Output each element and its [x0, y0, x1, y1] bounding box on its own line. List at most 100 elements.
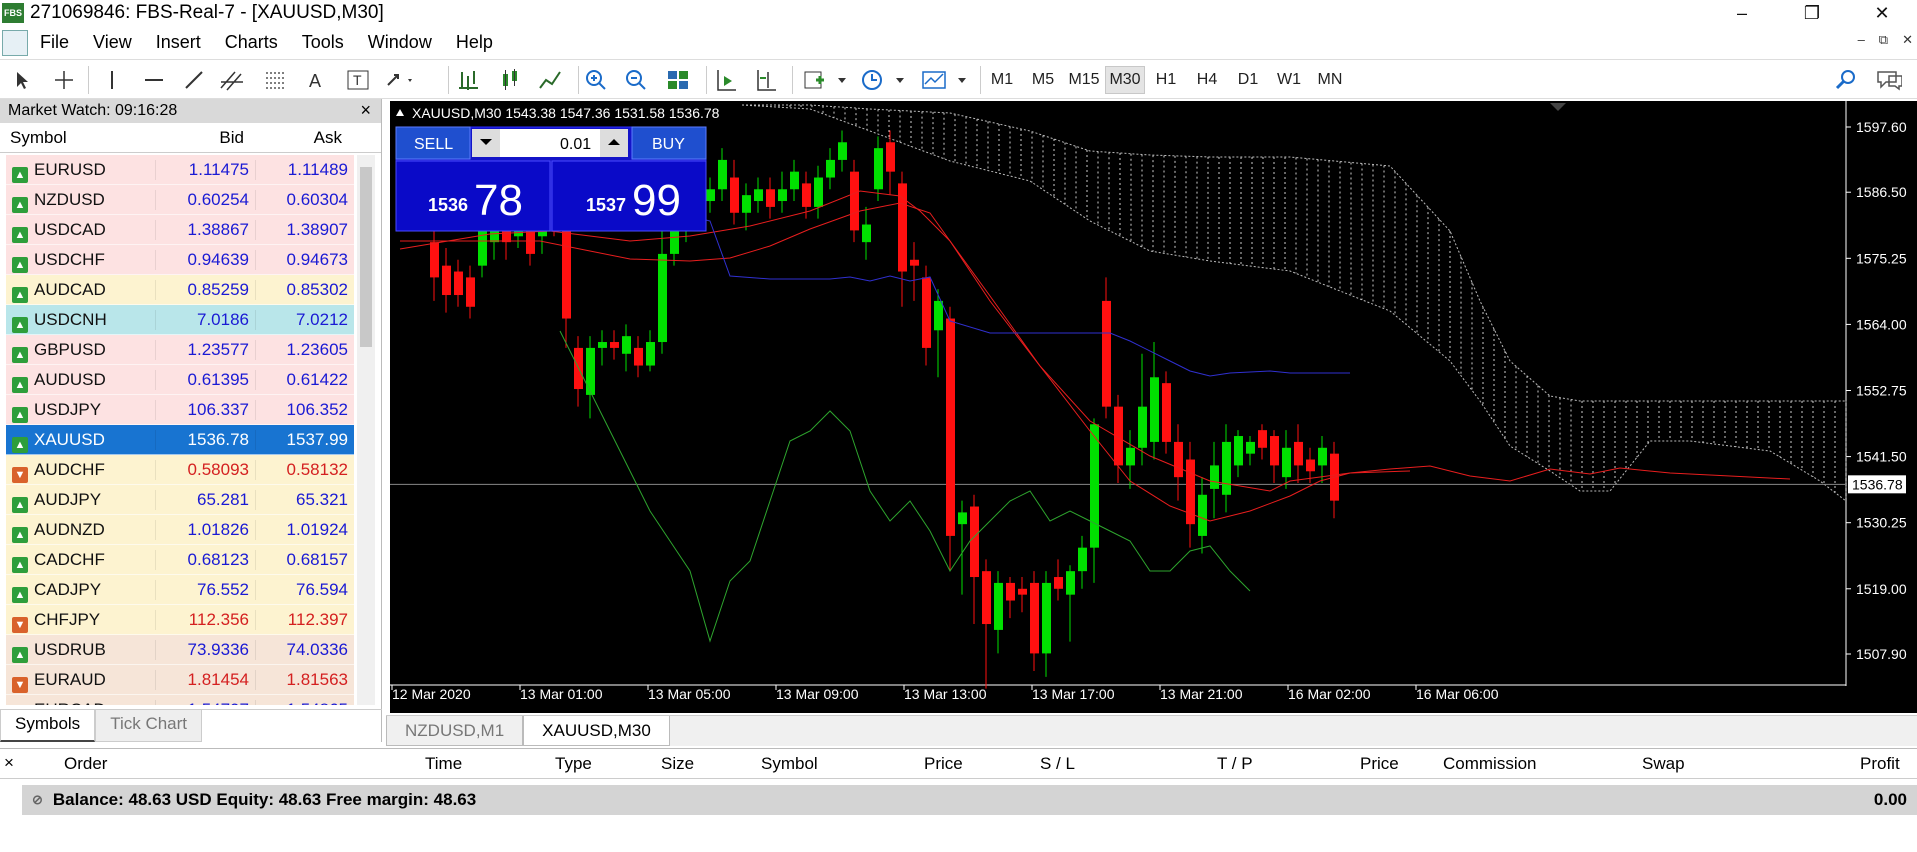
market-watch-row[interactable]: ▲ AUDNZD 1.01826 1.01924 — [6, 515, 354, 545]
text-label-icon[interactable]: T — [344, 67, 372, 93]
column-swap[interactable]: Swap — [1642, 754, 1685, 774]
templates-icon[interactable] — [920, 67, 948, 93]
indicators-icon[interactable] — [800, 67, 828, 93]
close-button[interactable]: ✕ — [1847, 0, 1917, 26]
tile-windows-icon[interactable] — [664, 67, 692, 93]
market-watch-row[interactable]: ▼ AUDCHF 0.58093 0.58132 — [6, 455, 354, 485]
scroll-thumb[interactable] — [360, 167, 372, 347]
column-profit[interactable]: Profit — [1860, 754, 1900, 774]
column-price-current[interactable]: Price — [1360, 754, 1399, 774]
column-type[interactable]: Type — [555, 754, 592, 774]
column-time[interactable]: Time — [425, 754, 462, 774]
column-tp[interactable]: T / P — [1217, 754, 1253, 774]
equidistant-channel-icon[interactable] — [218, 67, 246, 93]
zoom-in-icon[interactable] — [582, 67, 610, 93]
price-up-icon: ▲ — [12, 376, 28, 393]
search-icon[interactable] — [1832, 67, 1860, 93]
column-symbol[interactable]: Symbol — [761, 754, 818, 774]
market-watch-close-button[interactable]: × — [360, 100, 371, 121]
minimize-button[interactable]: – — [1707, 0, 1777, 26]
column-ask[interactable]: Ask — [250, 128, 348, 148]
market-watch-row[interactable]: ▼ CHFJPY 112.356 112.397 — [6, 605, 354, 635]
timeframe-d1[interactable]: D1 — [1228, 66, 1268, 94]
vertical-line-icon[interactable] — [98, 67, 126, 93]
ask-price: 1.11489 — [287, 159, 348, 179]
market-watch-row[interactable]: ▲ EURUSD 1.11475 1.11489 — [6, 155, 354, 185]
timeframe-mn[interactable]: MN — [1310, 66, 1350, 94]
market-watch-scrollbar[interactable] — [357, 155, 375, 705]
timeframe-w1[interactable]: W1 — [1269, 66, 1309, 94]
market-watch-row[interactable]: ▲ XAUUSD 1536.78 1537.99 — [6, 425, 354, 455]
horizontal-line-icon[interactable] — [140, 67, 168, 93]
market-watch-row[interactable]: ▲ USDRUB 73.9336 74.0336 — [6, 635, 354, 665]
chart-tab-nzdusd[interactable]: NZDUSD,M1 — [386, 716, 524, 746]
column-price[interactable]: Price — [924, 754, 963, 774]
timeframe-m5[interactable]: M5 — [1023, 66, 1063, 94]
market-watch-row[interactable]: ▲ CADCHF 0.68123 0.68157 — [6, 545, 354, 575]
chart-canvas[interactable]: 1597.60 1586.50 1575.25 1564.00 1552.75 1541.… — [390, 101, 1917, 713]
auto-scroll-icon[interactable] — [712, 67, 740, 93]
indicators-dropdown-icon[interactable] — [828, 67, 856, 93]
arrows-icon[interactable] — [384, 67, 412, 93]
cursor-icon[interactable] — [8, 67, 36, 93]
symbol-name: ▲EURCAD — [6, 699, 156, 705]
column-bid[interactable]: Bid — [156, 128, 250, 148]
market-watch-row[interactable]: ▲ AUDJPY 65.281 65.321 — [6, 485, 354, 515]
mdi-minimize-button[interactable]: – — [1858, 32, 1865, 48]
fibonacci-icon[interactable] — [262, 67, 290, 93]
market-watch-row[interactable]: ▲ USDCAD 1.38867 1.38907 — [6, 215, 354, 245]
chart-tab-xauusd[interactable]: XAUUSD,M30 — [523, 716, 670, 746]
menu-tools[interactable]: Tools — [290, 32, 356, 53]
market-watch-row[interactable]: ▲ USDJPY 106.337 106.352 — [6, 395, 354, 425]
bearish-candle — [898, 183, 907, 272]
market-watch-row[interactable]: ▲ AUDUSD 0.61395 0.61422 — [6, 365, 354, 395]
mdi-restore-button[interactable]: ⧉ — [1879, 32, 1888, 48]
timeframe-m1[interactable]: M1 — [982, 66, 1022, 94]
restore-button[interactable]: ❐ — [1777, 0, 1847, 26]
column-commission[interactable]: Commission — [1443, 754, 1537, 774]
market-watch-row[interactable]: ▲ CADJPY 76.552 76.594 — [6, 575, 354, 605]
market-watch-row[interactable]: ▲ AUDCAD 0.85259 0.85302 — [6, 275, 354, 305]
menu-file[interactable]: File — [28, 32, 81, 53]
timeframe-m15[interactable]: M15 — [1064, 66, 1104, 94]
menu-window[interactable]: Window — [356, 32, 444, 53]
chat-icon[interactable] — [1874, 67, 1902, 93]
chart-window-icon[interactable] — [2, 29, 28, 56]
line-chart-icon[interactable] — [536, 67, 564, 93]
bar-chart-icon[interactable] — [454, 67, 482, 93]
periods-clock-icon[interactable] — [858, 67, 886, 93]
text-icon[interactable]: A — [302, 67, 330, 93]
sell-button: SELL — [414, 136, 453, 153]
column-sl[interactable]: S / L — [1040, 754, 1075, 774]
tab-symbols[interactable]: Symbols — [0, 710, 96, 742]
timeframe-m30[interactable]: M30 — [1105, 66, 1145, 94]
price-chart[interactable]: 1597.60 1586.50 1575.25 1564.00 1552.75 1541.… — [390, 101, 1917, 713]
chart-shift-icon[interactable] — [752, 67, 780, 93]
candlestick-icon[interactable] — [496, 67, 524, 93]
templates-dropdown-icon[interactable] — [948, 67, 976, 93]
market-watch-row[interactable]: ▲ NZDUSD 0.60254 0.60304 — [6, 185, 354, 215]
column-size[interactable]: Size — [661, 754, 694, 774]
menu-insert[interactable]: Insert — [144, 32, 213, 53]
market-watch-row[interactable]: ▲EURCAD1.547971.54865 — [6, 695, 354, 705]
market-watch-row[interactable]: ▲ USDCNH 7.0186 7.0212 — [6, 305, 354, 335]
mdi-close-button[interactable]: ✕ — [1902, 32, 1913, 48]
column-symbol[interactable]: Symbol — [0, 128, 156, 148]
timeframe-h1[interactable]: H1 — [1146, 66, 1186, 94]
market-watch-row[interactable]: ▼ EURAUD 1.81454 1.81563 — [6, 665, 354, 695]
tab-tick-chart[interactable]: Tick Chart — [95, 710, 203, 742]
zoom-out-icon[interactable] — [622, 67, 650, 93]
periods-dropdown-icon[interactable] — [886, 67, 914, 93]
timeframe-h4[interactable]: H4 — [1187, 66, 1227, 94]
market-watch-row[interactable]: ▲ USDCHF 0.94639 0.94673 — [6, 245, 354, 275]
column-order[interactable]: Order — [64, 754, 107, 774]
trendline-icon[interactable] — [180, 67, 208, 93]
crosshair-icon[interactable] — [50, 67, 78, 93]
symbol-name: ▲ AUDJPY — [6, 489, 156, 513]
bid-price: 0.60254 — [156, 189, 256, 210]
market-watch-row[interactable]: ▲ GBPUSD 1.23577 1.23605 — [6, 335, 354, 365]
time-axis-label: 12 Mar 2020 — [392, 686, 471, 702]
menu-charts[interactable]: Charts — [213, 32, 290, 53]
menu-view[interactable]: View — [81, 32, 144, 53]
menu-help[interactable]: Help — [444, 32, 505, 53]
